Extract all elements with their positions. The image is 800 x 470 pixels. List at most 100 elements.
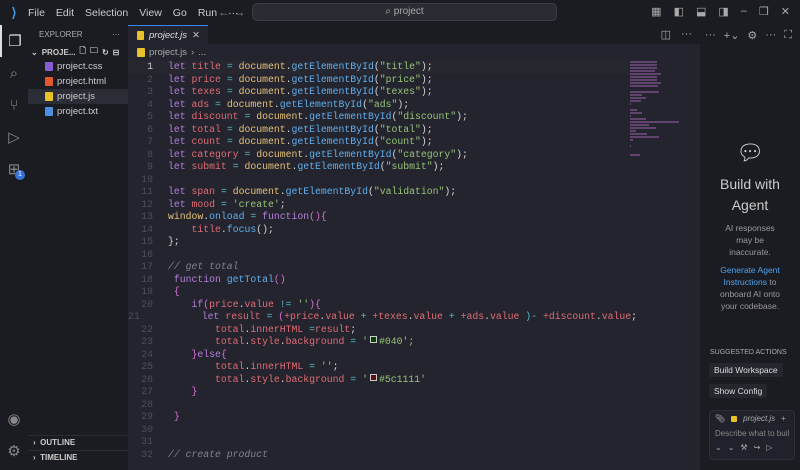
split-editor-icon[interactable]: ◫ bbox=[661, 28, 671, 41]
minimap-line bbox=[630, 103, 632, 105]
minimize-icon[interactable]: – bbox=[741, 5, 747, 18]
account-icon[interactable]: ◉ bbox=[0, 403, 28, 435]
new-folder-icon[interactable]: 🗀 bbox=[90, 45, 98, 59]
code-token: if bbox=[168, 298, 204, 310]
file-item[interactable]: project.html bbox=[28, 74, 128, 89]
new-chat-icon[interactable]: +⌄ bbox=[724, 29, 740, 42]
code-line: 31 bbox=[128, 436, 628, 449]
color-swatch[interactable] bbox=[369, 373, 377, 381]
code-line: 13 window. onload = function(){ bbox=[128, 211, 628, 224]
color-swatch[interactable] bbox=[369, 336, 377, 343]
search-icon[interactable]: ⌕ bbox=[0, 57, 28, 89]
show-config-button[interactable]: Show Config bbox=[709, 384, 768, 398]
model-dropdown-icon[interactable]: ⌄ bbox=[728, 443, 735, 452]
minimap-line bbox=[630, 145, 632, 147]
code-token: "texes" bbox=[379, 86, 421, 97]
outline-section[interactable]: › OUTLINE bbox=[28, 435, 128, 449]
new-file-icon[interactable]: 🗋 bbox=[80, 45, 86, 59]
code-token: count bbox=[191, 136, 221, 147]
explorer-icon[interactable]: ❐ bbox=[0, 25, 28, 57]
collapse-icon[interactable]: ⊟ bbox=[113, 48, 120, 57]
code-line: 26 total. style. background = ' #5c1111' bbox=[128, 373, 628, 387]
menu-selection[interactable]: Selection bbox=[85, 7, 128, 19]
send-icon[interactable]: ▷ bbox=[766, 443, 772, 452]
code-token: "price" bbox=[379, 73, 421, 85]
redirect-icon[interactable]: ↪ bbox=[754, 443, 761, 452]
run-debug-icon[interactable]: ▷ bbox=[0, 121, 28, 153]
chat-input-box[interactable]: 📎︎ project.js + Describe what to build ⌄ ⌄ ⚒… bbox=[709, 410, 795, 460]
mode-dropdown-icon[interactable]: ⌄ bbox=[715, 443, 722, 452]
add-context-icon[interactable]: + bbox=[781, 414, 786, 423]
tools-icon[interactable]: ⚒ bbox=[740, 443, 747, 452]
line-number: 27 bbox=[141, 386, 153, 397]
line-number: 18 bbox=[141, 273, 153, 285]
menu-run[interactable]: Run bbox=[198, 7, 217, 19]
more-icon[interactable]: ··· bbox=[681, 28, 692, 41]
code-token: value bbox=[325, 311, 355, 322]
line-number: 26 bbox=[141, 373, 153, 385]
forward-icon[interactable]: → bbox=[233, 5, 245, 19]
minimap-line bbox=[630, 61, 657, 63]
minimap[interactable] bbox=[630, 61, 680, 161]
code-line: 23 total. style. background = ' #040'; bbox=[128, 336, 628, 349]
close-tab-icon[interactable]: ✕ bbox=[192, 30, 200, 41]
source-control-icon[interactable]: ⑂ bbox=[0, 89, 28, 121]
timeline-section[interactable]: › TIMELINE bbox=[28, 450, 128, 464]
code-token: window bbox=[168, 211, 204, 222]
menu-edit[interactable]: Edit bbox=[56, 7, 74, 19]
more-icon[interactable]: ··· bbox=[705, 29, 716, 41]
breadcrumb-file[interactable]: project.js bbox=[149, 47, 187, 58]
file-name: project.css bbox=[57, 61, 103, 72]
context-file-chip[interactable]: project.js bbox=[743, 414, 775, 423]
gear-icon[interactable]: ⚙ bbox=[747, 29, 757, 42]
chat-input-placeholder[interactable]: Describe what to build bbox=[715, 429, 789, 438]
code-token: ; bbox=[332, 361, 339, 372]
back-icon[interactable]: ← bbox=[218, 5, 230, 19]
layout-icon[interactable]: ▦ bbox=[651, 5, 661, 18]
minimap-line bbox=[630, 118, 646, 120]
refresh-icon[interactable]: ↻ bbox=[102, 48, 109, 57]
more-icon[interactable]: ··· bbox=[112, 25, 120, 45]
minimap-line bbox=[630, 67, 657, 69]
command-center-search[interactable]: ⌕ project bbox=[252, 3, 557, 21]
file-name: project.html bbox=[57, 76, 107, 87]
code-token: function bbox=[168, 273, 227, 285]
file-item[interactable]: project.js bbox=[28, 89, 128, 104]
code-line: 32 // create product bbox=[128, 449, 628, 462]
line-number: 31 bbox=[141, 436, 153, 447]
file-item[interactable]: project.css bbox=[28, 59, 128, 74]
code-token: getElementById bbox=[291, 61, 374, 72]
line-number: 20 bbox=[141, 298, 153, 310]
code-area[interactable]: 1 let title = document. getElementById("ti… bbox=[128, 61, 637, 462]
menu-view[interactable]: View bbox=[139, 7, 162, 19]
code-token: = bbox=[220, 136, 239, 147]
tab-project-js[interactable]: project.js ✕ bbox=[128, 25, 208, 44]
code-line: 22 total. innerHTML = result; bbox=[128, 324, 628, 337]
menu-go[interactable]: Go bbox=[173, 7, 187, 19]
code-token: ); bbox=[420, 61, 433, 72]
code-line: 19 { bbox=[128, 286, 628, 299]
code-token: = bbox=[220, 73, 239, 85]
code-token: document bbox=[256, 148, 304, 160]
toggle-secondary-sidebar-icon[interactable]: ◨ bbox=[718, 5, 728, 18]
extensions-icon[interactable]: ⊞ 1 bbox=[0, 153, 28, 185]
code-token: +price bbox=[284, 311, 320, 322]
toggle-sidebar-icon[interactable]: ◧ bbox=[674, 5, 684, 18]
line-number: 24 bbox=[141, 348, 153, 360]
close-icon[interactable]: ✕ bbox=[781, 5, 790, 18]
maximize-icon[interactable]: ⛶ bbox=[784, 29, 792, 42]
code-token: let bbox=[168, 186, 192, 197]
attach-icon[interactable]: 📎︎ bbox=[715, 414, 725, 423]
code-token: ; bbox=[279, 198, 286, 210]
toggle-panel-icon[interactable]: ⬓ bbox=[696, 5, 706, 18]
minimap-line bbox=[630, 154, 641, 156]
code-token: getElementById bbox=[309, 148, 392, 160]
build-workspace-button[interactable]: Build Workspace bbox=[709, 363, 783, 377]
breadcrumb-more[interactable]: ... bbox=[198, 47, 206, 58]
restore-icon[interactable]: ❐ bbox=[759, 5, 769, 18]
file-item[interactable]: project.txt bbox=[28, 104, 128, 119]
menu-file[interactable]: File bbox=[28, 7, 45, 19]
more-icon[interactable]: ··· bbox=[765, 29, 776, 41]
project-folder[interactable]: ⌄ PROJE... 🗋 🗀 ↻ ⊟ bbox=[28, 45, 128, 59]
gear-icon[interactable]: ⚙ bbox=[0, 435, 28, 467]
